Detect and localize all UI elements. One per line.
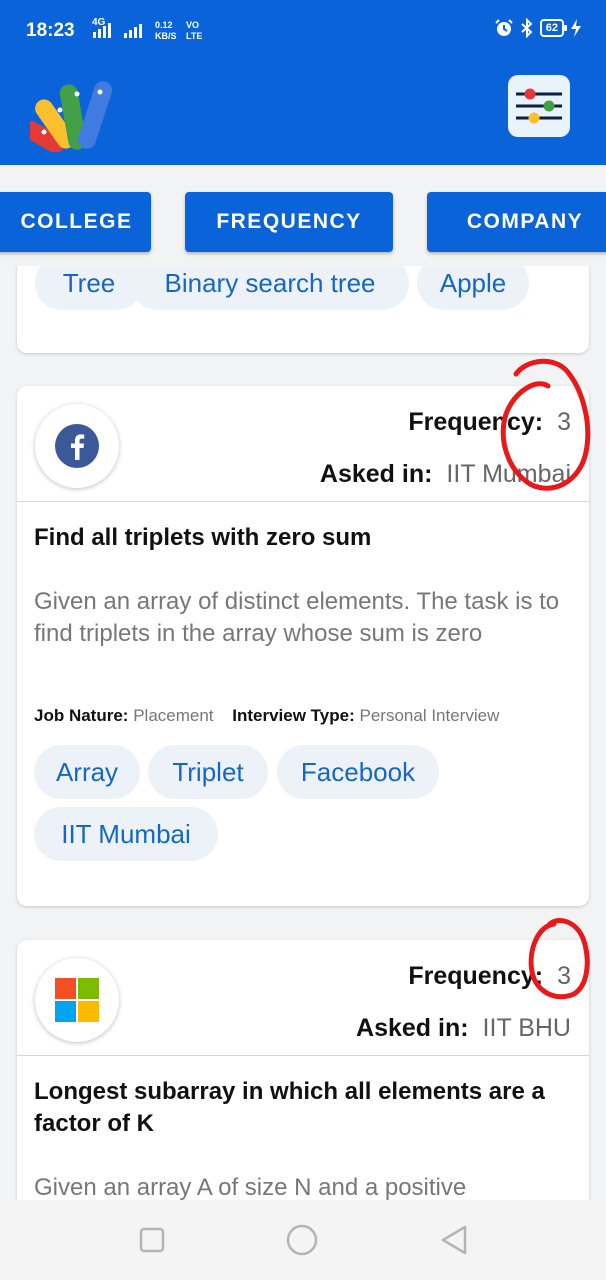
facebook-icon (55, 424, 99, 468)
frequency-label: Frequency: (408, 962, 544, 990)
question-title[interactable]: Find all triplets with zero sum (34, 522, 572, 554)
question-list[interactable]: Tree Binary search tree Apple Frequency:… (0, 266, 606, 1200)
speed-unit: KB/S (155, 31, 177, 41)
interview-type-label: Interview Type: (232, 706, 355, 725)
tag-chip[interactable]: Tree (35, 266, 143, 310)
tag-chip-facebook[interactable]: Facebook (277, 745, 439, 799)
frequency-row: Frequency: 3 (408, 408, 571, 437)
filter-button[interactable] (508, 75, 570, 137)
tag-chip-triplet[interactable]: Triplet (148, 745, 268, 799)
company-avatar (35, 404, 119, 488)
asked-in-value: IIT Mumbai (446, 460, 571, 488)
sliders-icon (516, 88, 562, 124)
tag-chip[interactable]: Binary search tree (131, 266, 409, 310)
microsoft-icon (55, 978, 99, 1022)
job-nature-value: Placement (133, 706, 214, 725)
status-bar: 18:23 4G 0.12 KB/S VO LTE 62 (0, 0, 606, 62)
frequency-label: Frequency: (408, 408, 544, 436)
filter-tabs: COLLEGE FREQUENCY COMPANY (0, 192, 606, 252)
peacock-fan-logo (30, 81, 113, 152)
volte-top: VO (186, 20, 200, 30)
alarm-icon (495, 19, 513, 36)
question-meta: Job Nature: Placement Interview Type: Pe… (34, 706, 579, 726)
question-card[interactable]: Frequency: 3 Asked in: IIT BHU Longest sub… (17, 940, 589, 1200)
job-nature-label: Job Nature: (34, 706, 129, 725)
volte-indicator: VO LTE (186, 21, 202, 41)
question-description: Given an array A of size N and a positiv… (34, 1174, 467, 1200)
frequency-value: 3 (557, 408, 571, 436)
tab-company[interactable]: COMPANY (427, 192, 606, 252)
card-divider (17, 501, 589, 502)
bluetooth-icon (521, 18, 533, 38)
network-speed: 0.12 KB/S (155, 21, 177, 41)
signal-strength-2-icon (124, 22, 142, 38)
battery-icon: 62 (539, 19, 568, 37)
home-circle-icon[interactable] (286, 1224, 318, 1256)
app-bar (0, 62, 606, 165)
charging-icon (571, 19, 581, 37)
frequency-value: 3 (557, 962, 571, 990)
status-right: 62 (494, 18, 582, 38)
question-card-previous[interactable]: Tree Binary search tree Apple (17, 266, 589, 353)
tag-chip-iit-mumbai[interactable]: IIT Mumbai (34, 807, 218, 861)
question-card[interactable]: Frequency: 3 Asked in: IIT Mumbai Find all… (17, 386, 589, 906)
status-time: 18:23 (26, 20, 75, 41)
tag-chip[interactable]: Apple (417, 266, 529, 310)
back-triangle-icon[interactable] (438, 1224, 470, 1256)
tab-college[interactable]: COLLEGE (0, 192, 151, 252)
company-avatar (35, 958, 119, 1042)
card-divider (17, 1055, 589, 1056)
signal-strength-icon (93, 22, 111, 38)
asked-in-value: IIT BHU (482, 1014, 571, 1042)
question-title[interactable]: Longest subarray in which all elements a… (34, 1076, 572, 1140)
asked-in-row: Asked in: IIT Mumbai (320, 460, 571, 489)
system-nav-bar (0, 1200, 606, 1280)
frequency-row: Frequency: 3 (408, 962, 571, 991)
asked-in-row: Asked in: IIT BHU (356, 1014, 571, 1043)
question-description: Given an array of distinct elements. The… (34, 588, 560, 647)
tab-frequency[interactable]: FREQUENCY (185, 192, 393, 252)
asked-in-label: Asked in: (356, 1014, 469, 1042)
asked-in-label: Asked in: (319, 460, 433, 488)
speed-value: 0.12 (155, 20, 173, 30)
volte-bottom: LTE (186, 31, 203, 41)
recents-square-icon[interactable] (136, 1224, 168, 1256)
tag-chip-array[interactable]: Array (34, 745, 140, 799)
interview-type-value: Personal Interview (359, 706, 500, 725)
